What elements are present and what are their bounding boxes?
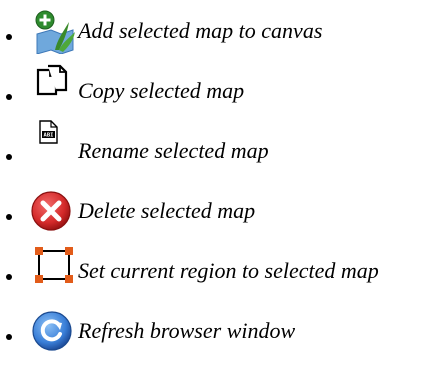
bullet [6,274,12,280]
bullet [6,154,12,160]
refresh-icon [31,310,75,351]
add-map-icon [33,10,77,54]
bullet [6,34,12,40]
list-item-label: Set current region to selected map [78,258,379,283]
list-item-label: Delete selected map [78,198,256,223]
copy-icon [34,64,78,100]
bullet [6,94,12,100]
svg-text:ABI: ABI [44,133,54,139]
delete-icon [30,190,74,231]
list-item-copy-map: Copy selected map [0,64,442,108]
list-item-refresh: Refresh browser window [0,308,442,351]
list-item-add-map: Add selected map to canvas [0,8,442,54]
list-item-set-region: Set current region to selected map [0,246,442,288]
list-item-label: Rename selected map [78,138,269,163]
list-item-delete-map: Delete selected map [0,188,442,231]
list-item-label: Add selected map to canvas [78,18,323,43]
bullet [6,334,12,340]
region-icon [34,246,78,283]
list-item-label: Copy selected map [78,78,245,103]
list-item-rename-map: ABI Rename selected map [0,120,442,168]
rename-icon: ABI [38,120,82,156]
bullet [6,214,12,220]
list-item-label: Refresh browser window [78,318,296,343]
